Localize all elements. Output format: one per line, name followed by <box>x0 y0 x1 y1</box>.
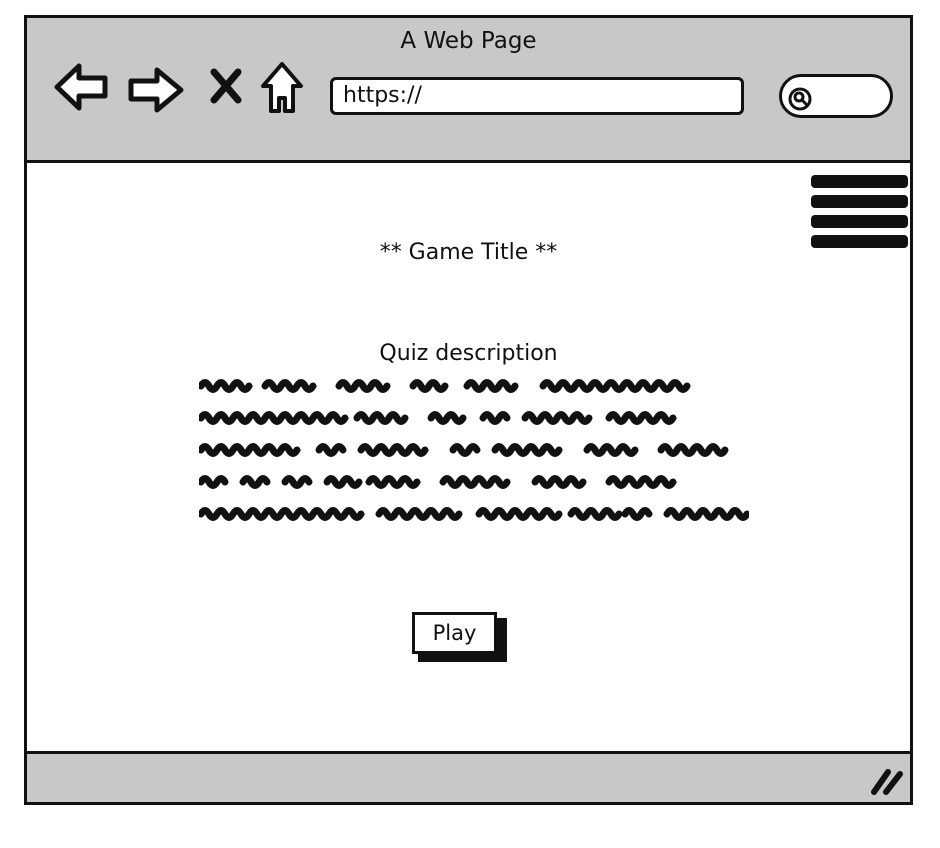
browser-toolbar: A Web Page https:// <box>27 18 910 163</box>
home-icon[interactable] <box>259 60 305 116</box>
play-button[interactable]: Play <box>412 612 497 654</box>
search-field[interactable] <box>779 74 893 118</box>
game-title: ** Game Title ** <box>379 240 558 265</box>
browser-window: A Web Page https:// ** Game Title ** Qui… <box>24 15 913 805</box>
url-input[interactable]: https:// <box>330 77 744 115</box>
search-icon <box>788 87 812 111</box>
play-button-wrapper: Play <box>412 612 507 662</box>
status-bar <box>27 751 910 802</box>
quiz-description-heading: Quiz description <box>379 341 558 366</box>
window-title: A Web Page <box>400 28 537 54</box>
back-arrow-icon[interactable] <box>53 62 109 112</box>
forward-arrow-icon[interactable] <box>127 66 185 114</box>
resize-grip-icon[interactable] <box>870 766 904 796</box>
close-icon[interactable] <box>209 68 243 104</box>
placeholder-text-scribble <box>199 379 749 521</box>
